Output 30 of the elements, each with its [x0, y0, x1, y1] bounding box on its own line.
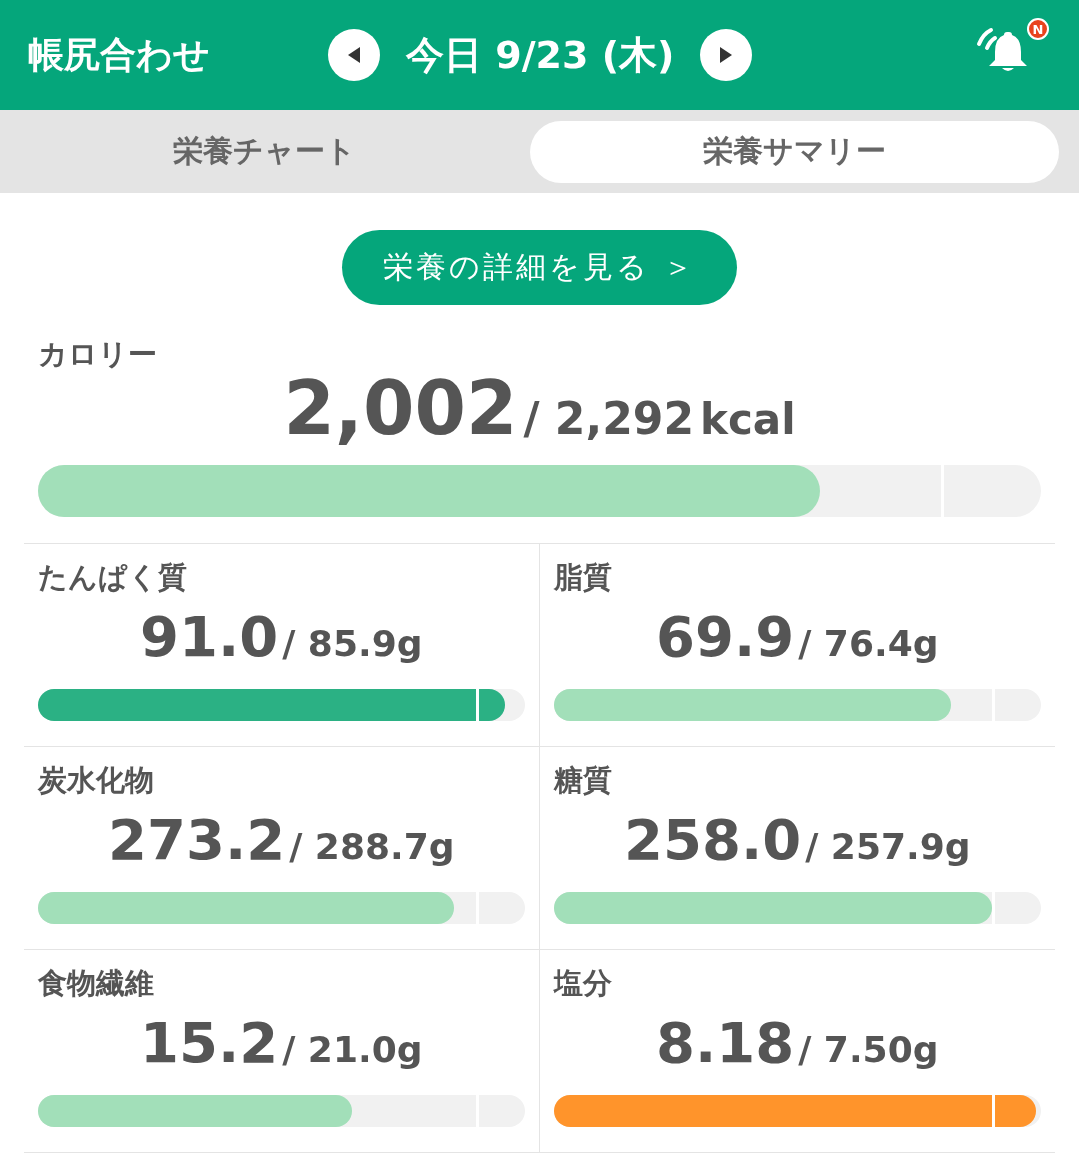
- nutrient-target: / 288.7g: [289, 826, 455, 867]
- nutrient-label: カロリー: [38, 336, 158, 373]
- tab[interactable]: 栄養チャート: [0, 120, 530, 183]
- nutrient-value: 8.18: [656, 1010, 795, 1075]
- nutrient-label: 食物繊維: [38, 965, 155, 1002]
- nutrient-value: 15.2: [140, 1010, 279, 1075]
- nutrient-target: / 76.4g: [798, 623, 939, 664]
- notification-badge: N: [1027, 18, 1049, 40]
- nutrition-details-button[interactable]: 栄養の詳細を見る ＞: [342, 230, 737, 305]
- nutrient-value: 2,002: [283, 365, 518, 451]
- nutrient-label: 炭水化物: [38, 762, 155, 799]
- nutrient-label: 脂質: [553, 559, 613, 596]
- nutrient-label: 糖質: [553, 762, 613, 799]
- nutrient-label: 塩分: [553, 965, 613, 1002]
- next-day-button[interactable]: [700, 29, 753, 81]
- nutrient-target: / 7.50g: [798, 1029, 939, 1070]
- nutrient-value: 273.2: [108, 807, 286, 872]
- nutrient-target: / 257.9g: [805, 826, 971, 867]
- nutrient-target: / 2,292: [523, 393, 695, 444]
- nutrient-unit: kcal: [700, 395, 796, 444]
- app-title: 帳尻合わせ: [28, 32, 210, 77]
- tab[interactable]: 栄養サマリー: [529, 120, 1059, 183]
- date-label: 今日 9/23 (木): [406, 31, 675, 79]
- nutrient-target: / 21.0g: [282, 1029, 423, 1070]
- nutrient-target: / 85.9g: [282, 623, 423, 664]
- nutrient-value: 69.9: [656, 604, 795, 669]
- previous-day-button[interactable]: [328, 29, 380, 81]
- nutrient-value: 258.0: [624, 807, 802, 872]
- nutrient-value: 91.0: [140, 604, 279, 669]
- nutrient-label: たんぱく質: [38, 559, 188, 596]
